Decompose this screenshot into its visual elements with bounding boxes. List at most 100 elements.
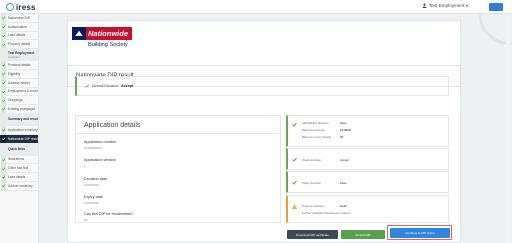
sidebar-item-label: Personal details (8, 63, 31, 68)
field-expiry-date: Expiry date 17/09/2022 (84, 195, 103, 205)
sidebar-item-application-summary[interactable]: Application summary (0, 125, 38, 135)
application-details: Application details Application number 0… (75, 115, 281, 223)
field-resubmit: Can this DIP be resubmitted? No (84, 212, 134, 222)
decision-row: Credit decision Accept (302, 158, 349, 162)
continue-highlight-frame (387, 225, 452, 240)
check-icon (292, 157, 297, 162)
field-application-version: Application version 1 (84, 158, 116, 168)
sidebar-item-existing-mortgages[interactable]: Existing mortgages (0, 105, 38, 114)
sidebar-item-label: Address history (8, 80, 30, 85)
check-icon (1, 78, 6, 87)
logo-mark-icon (6, 3, 14, 11)
decision-label: Property decision (302, 204, 325, 208)
decision-note: Further valuation assessment needed (302, 211, 351, 215)
sidebar-item-employment-income[interactable]: Employment & income (0, 87, 38, 97)
sidebar-item-quick-links[interactable]: Quick links (0, 143, 38, 156)
decision-label: Affordability decision (302, 121, 329, 125)
check-icon (292, 122, 297, 127)
sidebar-item-illustrations[interactable]: Illustrations (0, 155, 38, 165)
sidebar-item-sublabel: Applicant (8, 54, 20, 59)
affordability-decision: Affordability decision Pass Maximum amoun… (286, 115, 449, 147)
download-dip-certificate-button[interactable]: Download DIP certificate (287, 230, 338, 239)
sidebar-item-nationwide-dip[interactable]: Nationwide DIP (0, 14, 38, 23)
user-menu[interactable]: Test Employment (422, 3, 469, 8)
field-value: 1 (84, 164, 86, 168)
check-icon (85, 84, 89, 88)
field-label: Decision date (84, 177, 108, 181)
sidebar-item-label: Property details (8, 42, 31, 47)
check-icon (1, 87, 6, 96)
overall-label: Overall Decision: (92, 84, 120, 88)
chevron-down-icon (466, 4, 469, 7)
policy-decision: Policy decision Pass (286, 171, 449, 193)
sidebar-item-outgoings[interactable]: Outgoings (0, 96, 38, 106)
sidebar-item-eligibility[interactable]: Eligibility (0, 69, 38, 79)
sidebar-item-label: Quick links (8, 147, 26, 152)
application-title: Application details (76, 116, 280, 134)
sidebar-item-personal-details[interactable]: Personal details (0, 61, 38, 70)
decision-value: Accept (340, 158, 349, 162)
roof-icon (75, 30, 83, 36)
sidebar-item-property-details[interactable]: Property details (0, 40, 38, 50)
header-action-button[interactable] (489, 3, 503, 11)
check-icon (1, 69, 6, 78)
check-icon (1, 14, 6, 22)
sidebar-item-label: Authorisation (8, 24, 27, 29)
sidebar-item-label: Eligibility (8, 71, 21, 76)
brand-subtitle: Building Society (88, 42, 128, 48)
field-label: Application version (84, 158, 116, 162)
check-icon (1, 96, 6, 105)
field-label: Can this DIP be resubmitted? (84, 212, 134, 216)
sidebar-item-authorisation[interactable]: Authorisation (0, 22, 38, 32)
sidebar-item-label: Nationwide DIP result (8, 136, 38, 141)
field-value: 00132564611 (84, 146, 103, 150)
field-label: Application number (84, 140, 117, 144)
sidebar-item-loan-details[interactable]: Loan details (0, 173, 38, 182)
check-icon (1, 155, 6, 164)
user-name: Test Employment (429, 3, 465, 8)
decision-label: Policy decision (302, 181, 322, 185)
brand-name: Nationwide (88, 29, 129, 38)
decision-value: Refer (340, 204, 348, 208)
overall-value: Accept (121, 84, 134, 88)
decision-label: Maximum amount (302, 128, 325, 132)
field-decision-date: Decision date 17/06/2022 (84, 177, 107, 187)
sidebar-item-label: Existing mortgages (8, 107, 36, 112)
logo-text: iress (16, 2, 36, 12)
sidebar-item-loan-details[interactable]: Loan details (0, 31, 38, 41)
sidebar-item-label: Application summary (8, 127, 38, 132)
sidebar-item-label: Client fact find (8, 166, 29, 171)
sidebar-item-label: Illustrations (8, 157, 25, 162)
sidebar-item-label: Loan details (8, 175, 26, 180)
decision-row: Maximum amount £138000 (302, 128, 351, 132)
sidebar-item-address-history[interactable]: Address history (0, 78, 38, 88)
decision-row: Policy decision Pass (302, 181, 346, 185)
sidebar-item-nationwide-dip-result[interactable]: Nationwide DIP result (0, 134, 38, 144)
check-icon (1, 40, 6, 49)
amend-dip-button[interactable]: Amend DIP (341, 230, 385, 239)
check-icon (1, 164, 6, 173)
sidebar-item-label: Loan details (8, 33, 26, 38)
sidebar: Nationwide DIP Authorisation Loan details P… (0, 14, 39, 243)
sidebar-item-label: Employment & income (8, 89, 38, 94)
decision-row: Property decision Refer (302, 204, 347, 208)
sidebar-item-client-fact-find[interactable]: Client fact find (0, 164, 38, 174)
sidebar-item-label: Adviser summary (8, 183, 33, 188)
scrollbar[interactable] (506, 14, 510, 243)
sidebar-item-test-employment[interactable]: Test Employment Applicant (0, 49, 38, 62)
iress-logo[interactable]: iress (6, 2, 36, 12)
top-bar: iress Test Employment (0, 0, 512, 14)
decision-label: Credit decision (302, 158, 322, 162)
sidebar-item-label: Summary and results (8, 117, 38, 122)
field-value: No (84, 218, 88, 222)
sidebar-item-adviser-summary[interactable]: Adviser summary (0, 181, 38, 191)
decisions-panel: Affordability decision Pass Maximum amoun… (286, 115, 449, 223)
decision-label: Maximum term (Years) (302, 135, 332, 139)
nationwide-logo: Nationwide Building Society (72, 27, 132, 51)
check-icon (1, 31, 6, 40)
property-decision: Property decision Refer Further valuation… (286, 195, 449, 223)
check-icon (1, 105, 6, 113)
sidebar-item-summary-and-results[interactable]: Summary and results (0, 113, 38, 126)
decision-value: £138000 (340, 128, 352, 132)
check-icon (1, 61, 6, 69)
